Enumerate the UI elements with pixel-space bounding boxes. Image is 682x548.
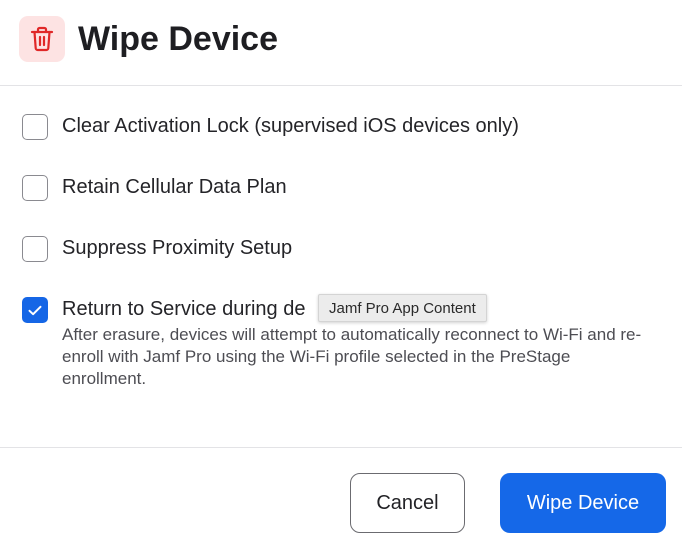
clear-activation-lock-checkbox[interactable]: [22, 114, 48, 140]
option-label: Clear Activation Lock (supervised iOS de…: [62, 115, 519, 137]
dialog-title: Wipe Device: [78, 20, 278, 58]
checkmark-icon: [28, 305, 42, 315]
wipe-device-dialog: Wipe Device Clear Activation Lock (super…: [0, 0, 682, 548]
tooltip: Jamf Pro App Content: [318, 294, 487, 322]
retain-cellular-data-plan-checkbox[interactable]: [22, 175, 48, 201]
return-to-service-checkbox[interactable]: [22, 297, 48, 323]
option-label: Retain Cellular Data Plan: [62, 176, 287, 198]
option-description: After erasure, devices will attempt to a…: [62, 325, 642, 388]
wipe-device-button[interactable]: Wipe Device: [500, 473, 666, 533]
dialog-footer: Cancel Wipe Device: [0, 447, 682, 548]
option-label: Suppress Proximity Setup: [62, 237, 293, 259]
option-label: Return to Service during de: [62, 298, 306, 320]
cancel-button[interactable]: Cancel: [350, 473, 465, 533]
trash-icon: [19, 16, 65, 62]
dialog-header: Wipe Device: [0, 0, 682, 86]
suppress-proximity-setup-checkbox[interactable]: [22, 236, 48, 262]
